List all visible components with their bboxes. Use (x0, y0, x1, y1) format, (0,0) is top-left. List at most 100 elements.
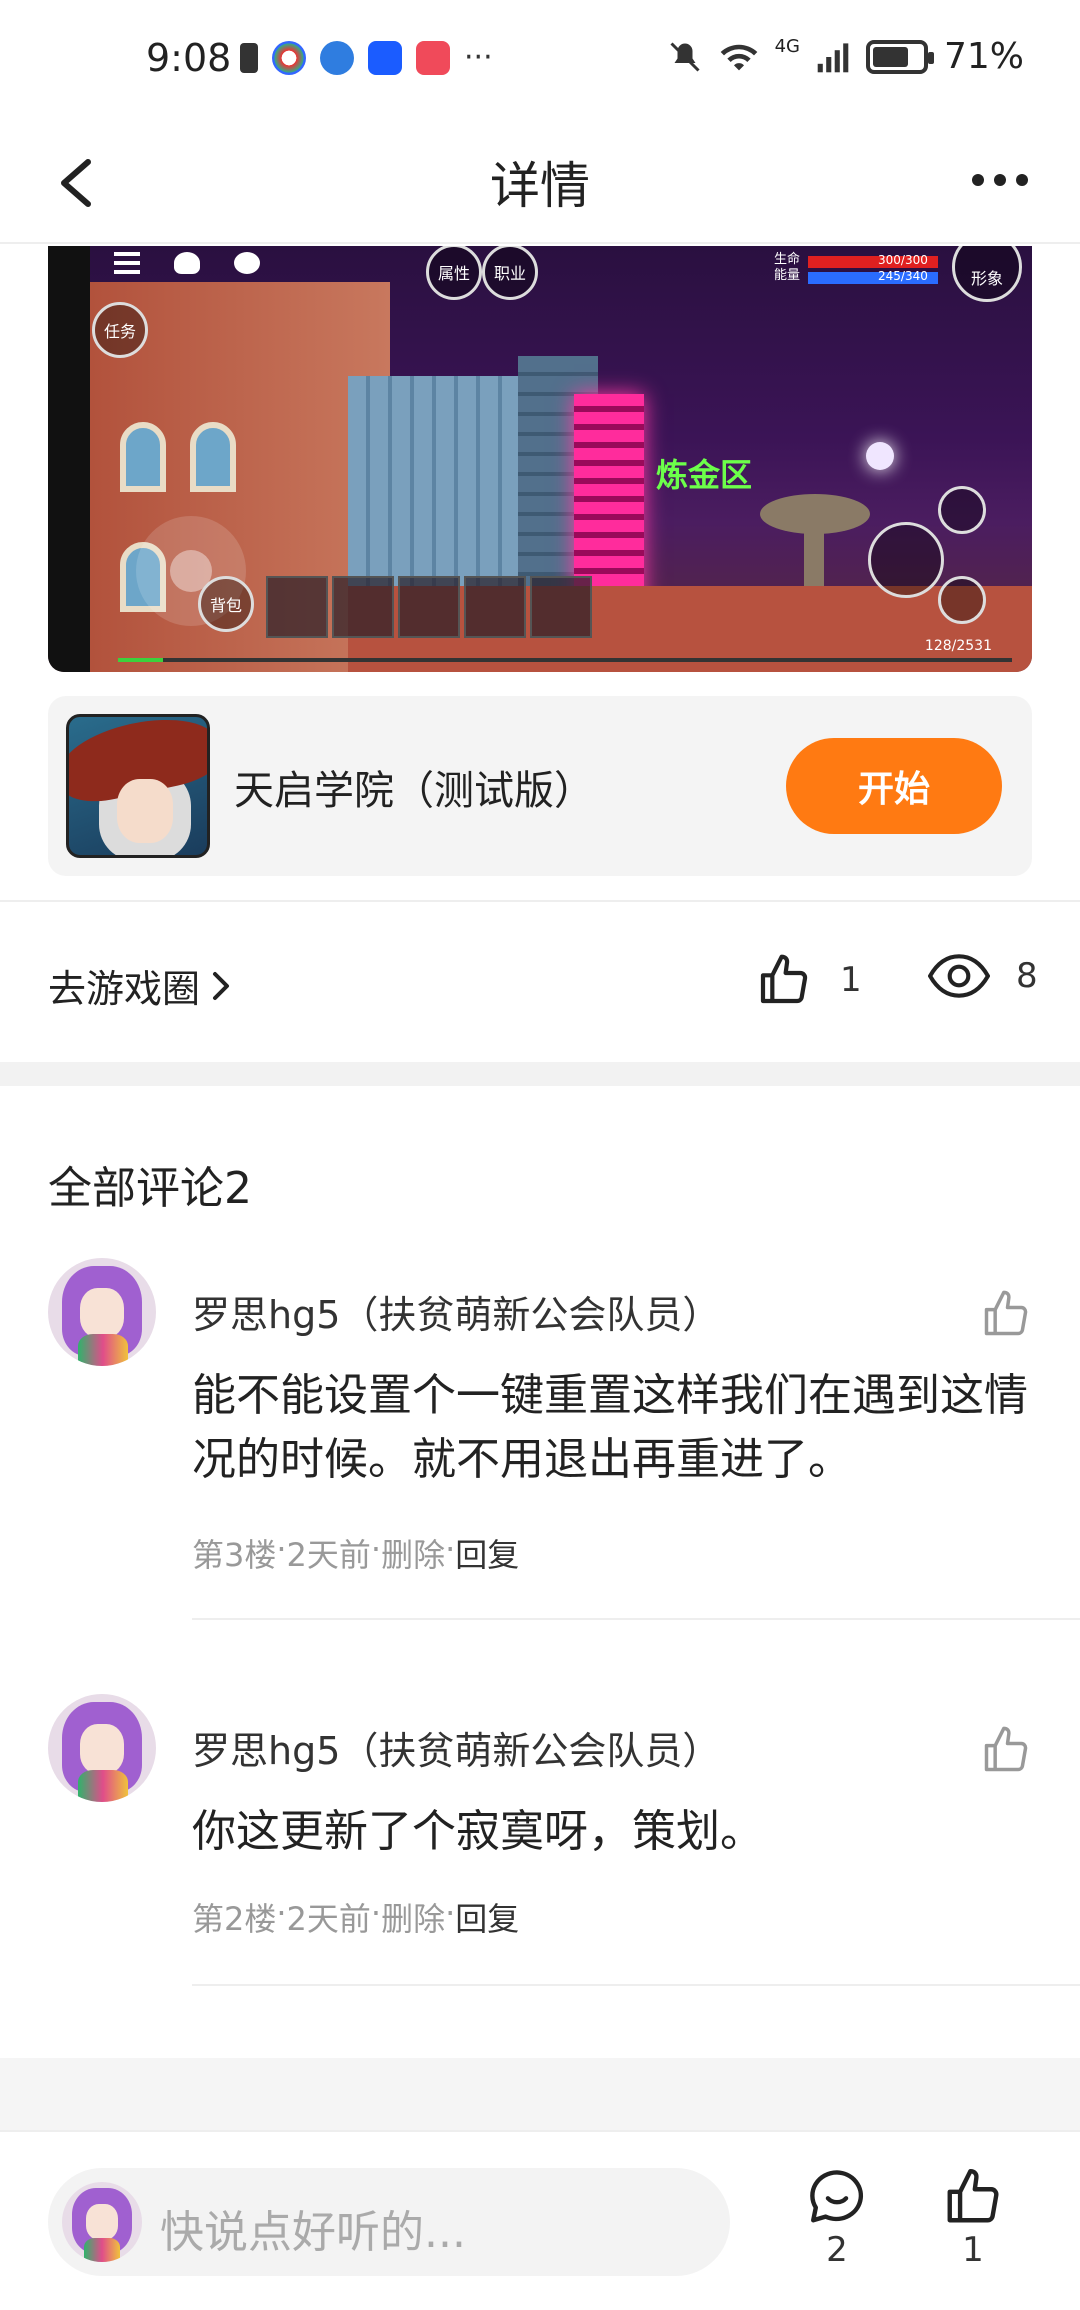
hud-top-icons (114, 252, 260, 274)
section-separator (0, 1062, 1080, 1086)
hp-label: 生命 能量 (774, 252, 800, 284)
game-name: 天启学院（测试版） (234, 768, 594, 814)
attack-button (868, 522, 944, 598)
meta-sep: · (445, 1894, 456, 1932)
app-icon-1 (272, 40, 306, 75)
signal-icon (817, 42, 849, 72)
status-notification-icons: ··· (240, 40, 493, 75)
hp-label-text: 生命 (774, 252, 801, 267)
game-icon (66, 714, 210, 858)
game-screenshot[interactable]: 炼金区 任务 属性 职业 形象 生命 能量 300/300 245/340 背包 1… (48, 246, 1032, 672)
like-count: 1 (840, 960, 862, 1000)
friends-icon (174, 252, 200, 274)
comment-input-placeholder: 快说点好听的... (160, 2207, 466, 2258)
hud-appearance-button: 形象 (952, 246, 1022, 302)
comment-meta: 第2楼 · 2天前 · 删除 · 回复 (192, 1894, 519, 1940)
comment-reply-link[interactable]: 回复 (455, 1894, 519, 1940)
meta-sep: · (276, 1894, 287, 1932)
thumbs-up-icon (947, 2168, 999, 2223)
avatar[interactable] (48, 1258, 156, 1366)
meta-sep: · (445, 1530, 456, 1568)
skill-button-1 (938, 486, 986, 534)
item-slot (332, 576, 394, 638)
thumbs-up-icon (760, 954, 808, 1004)
more-icon-dot (994, 174, 1006, 186)
comment-delete-link[interactable]: 删除 (381, 1894, 445, 1940)
list-icon (114, 252, 140, 274)
hud-task-label: 任务 (103, 322, 136, 341)
hp-value-text: 300/300 (878, 253, 928, 267)
like-button[interactable]: 1 (928, 2166, 1018, 2286)
skill-button-2 (938, 576, 986, 624)
hud-attribute-label: 属性 (437, 264, 470, 283)
exp-bar (118, 658, 1012, 662)
bottom-bar: 快说点好听的... 2 1 (0, 2130, 1080, 2310)
wifi-icon (720, 44, 757, 70)
comment-time: 2天前 (286, 1536, 371, 1574)
hud-task-button: 任务 (92, 302, 148, 358)
status-right: 4G 71% (667, 36, 1024, 77)
comment-bubble-icon (810, 2170, 863, 2223)
comment-like-icon[interactable] (980, 1724, 1032, 1776)
comment-input[interactable]: 快说点好听的... (48, 2168, 730, 2276)
comments-button[interactable]: 2 (792, 2166, 882, 2286)
building-window (120, 422, 166, 492)
item-slot (398, 576, 460, 638)
comment-floor: 第2楼 (192, 1900, 277, 1938)
status-time: 9:08 (146, 36, 232, 80)
hud-career-label: 职业 (493, 264, 526, 283)
comment-author[interactable]: 罗思hg5（扶贫萌新公会队员） (192, 1720, 720, 1775)
network-type: 4G (774, 36, 800, 57)
exp-bar-fill (118, 658, 163, 662)
chevron-right-icon (213, 971, 230, 1000)
comment-reply-link[interactable]: 回复 (455, 1530, 519, 1576)
comment-like-icon[interactable] (980, 1288, 1032, 1340)
goto-game-circle-link[interactable]: 去游戏圈 (48, 958, 232, 1013)
screenshot-edge (48, 246, 90, 672)
comment-floor: 第3楼 (192, 1536, 277, 1574)
more-button[interactable] (960, 150, 1040, 210)
goto-game-circle-label: 去游戏圈 (48, 967, 201, 1011)
comment-count: 2 (826, 2230, 848, 2270)
comment-divider (192, 1618, 1080, 1620)
view-stat: 8 (928, 952, 1038, 1000)
mp-value-text: 245/340 (878, 269, 928, 283)
battery-percent: 71% (943, 36, 1024, 77)
battery-saver-icon (240, 42, 258, 73)
avatar-body (84, 2238, 120, 2262)
game-card[interactable]: 天启学院（测试版） 开始 (48, 696, 1032, 876)
app-icon-2 (320, 40, 354, 75)
item-slot (464, 576, 526, 638)
hp-value: 300/300 245/340 (878, 252, 928, 284)
avatar-face (86, 2204, 118, 2240)
view-count: 8 (1016, 956, 1038, 996)
hud-bag-button: 背包 (198, 576, 254, 632)
comment-delete-link[interactable]: 删除 (381, 1530, 445, 1576)
app-icon-3 (368, 40, 402, 75)
comment-meta: 第3楼 · 2天前 · 删除 · 回复 (192, 1530, 519, 1576)
eye-icon (928, 954, 990, 998)
like-count-bottom: 1 (962, 2230, 984, 2270)
like-stat[interactable]: 1 (756, 952, 862, 1008)
avatar[interactable] (48, 1694, 156, 1802)
building-window (190, 422, 236, 492)
more-icon-dot (1016, 174, 1028, 186)
comment-divider (192, 1984, 1080, 1986)
circle-row: 去游戏圈 1 8 (0, 906, 1080, 1056)
hud-appearance-label: 形象 (970, 269, 1003, 288)
nav-bar: 详情 (0, 120, 1080, 244)
comment-time: 2天前 (286, 1900, 371, 1938)
avatar-face (80, 1288, 124, 1338)
more-dots-icon: ··· (464, 40, 493, 75)
comment-text: 能不能设置个一键重置这样我们在遇到这情况的时候。就不用退出再重进了。 (192, 1370, 1028, 1485)
start-game-button[interactable]: 开始 (786, 738, 1002, 834)
chat-icon (234, 252, 260, 274)
avatar-body (78, 1770, 128, 1802)
item-slot (266, 576, 328, 638)
user-avatar (62, 2182, 142, 2262)
comment-author[interactable]: 罗思hg5（扶贫萌新公会队员） (192, 1284, 720, 1339)
bottom-spacer (0, 2058, 1080, 2130)
zone-label: 炼金区 (656, 456, 753, 494)
app-icon-4 (416, 40, 450, 75)
hud-bag-label: 背包 (209, 596, 242, 615)
